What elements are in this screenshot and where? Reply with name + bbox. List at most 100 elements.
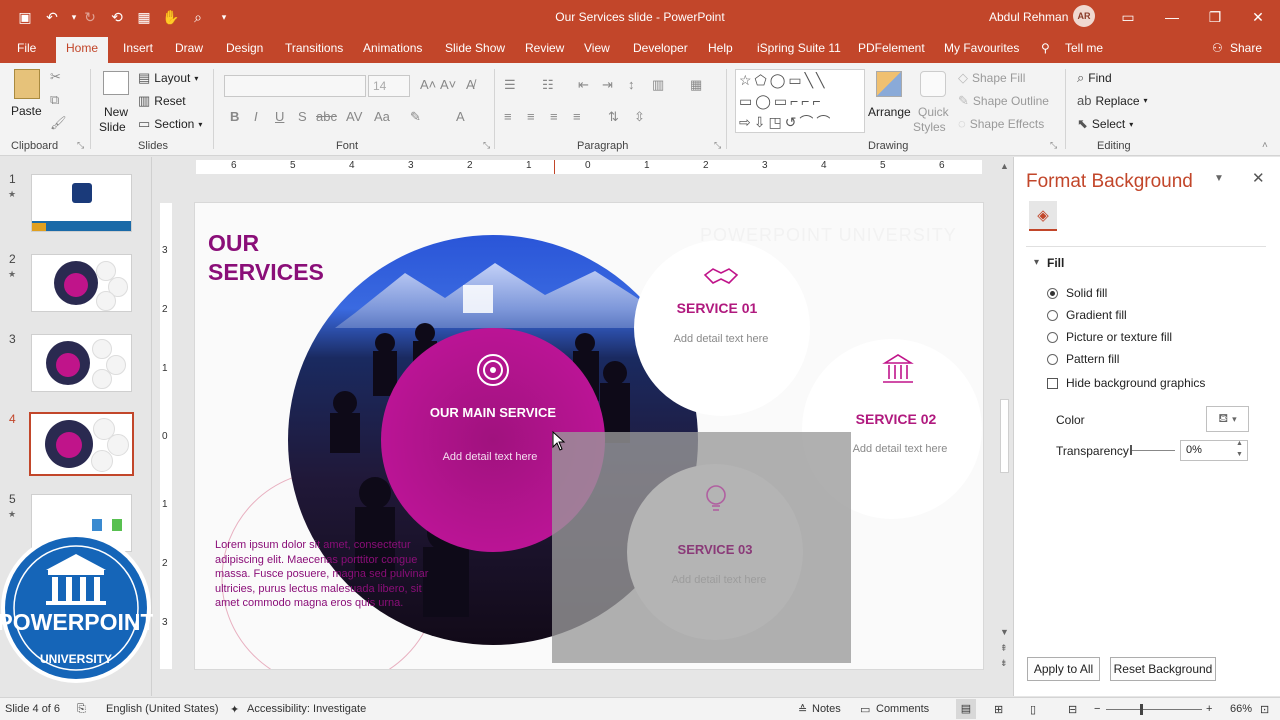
line-spacing-icon[interactable]: ↕	[628, 77, 635, 92]
align-left-icon[interactable]: ≡	[504, 109, 512, 124]
slide-show-icon[interactable]: ⊟	[1068, 703, 1077, 716]
clear-formatting-icon[interactable]: A̸	[466, 77, 475, 92]
tab-view[interactable]: View	[584, 41, 610, 55]
solid-fill-option[interactable]: Solid fill	[1047, 286, 1107, 300]
accessibility-status[interactable]: Accessibility: Investigate	[247, 703, 366, 715]
restore-icon[interactable]: ❐	[1201, 6, 1229, 28]
tell-me-search[interactable]: Tell me	[1065, 41, 1103, 55]
paragraph-launcher-icon[interactable]: ⤡	[714, 140, 721, 151]
normal-view-icon[interactable]: ▤	[956, 699, 976, 719]
spelling-icon[interactable]: ⎘	[77, 703, 86, 716]
picture-fill-radio[interactable]	[1047, 331, 1058, 343]
pane-options-icon[interactable]: ▼	[1214, 173, 1224, 184]
format-painter-icon[interactable]: 🖌	[50, 115, 67, 131]
numbering-icon[interactable]: ☷	[542, 77, 554, 93]
strikethrough-icon[interactable]: abc	[316, 109, 337, 124]
share-button[interactable]: Share	[1230, 41, 1262, 55]
new-slide-icon[interactable]	[103, 71, 129, 95]
tab-review[interactable]: Review	[525, 41, 564, 55]
fill-section-header[interactable]: Fill	[1047, 256, 1064, 270]
select-button[interactable]: ⬉ Select ▾	[1077, 116, 1133, 132]
tab-design[interactable]: Design	[226, 41, 263, 55]
service-2-title[interactable]: SERVICE 02	[836, 411, 956, 427]
service-2-text[interactable]: Add detail text here	[835, 443, 965, 455]
comments-button[interactable]: Comments	[876, 703, 929, 715]
close-pane-icon[interactable]: ✕	[1252, 169, 1265, 187]
reset-background-button[interactable]: Reset Background	[1110, 657, 1216, 681]
cut-icon[interactable]: ✂	[50, 69, 61, 85]
tab-home[interactable]: Home	[56, 37, 109, 63]
font-name-combo[interactable]	[224, 75, 366, 97]
color-picker-button[interactable]: ⛾ ▾	[1206, 406, 1249, 432]
slide-title[interactable]: OUR SERVICES	[208, 229, 324, 287]
lorem-text-box[interactable]: Lorem ipsum dolor sit amet, consectetur …	[215, 538, 443, 611]
smartart-icon[interactable]: ▦	[690, 77, 702, 93]
next-slide-icon[interactable]: ⇟	[1000, 658, 1008, 669]
paste-label[interactable]: Paste	[11, 104, 42, 118]
tab-help[interactable]: Help	[708, 41, 733, 55]
share-icon[interactable]: ⚇	[1212, 41, 1223, 55]
zoom-in-icon[interactable]: +	[1206, 703, 1212, 715]
underline-icon[interactable]: U	[275, 109, 284, 124]
solid-fill-radio[interactable]	[1047, 287, 1058, 299]
justify-icon[interactable]: ≡	[573, 109, 581, 124]
increase-indent-icon[interactable]: ⇥	[602, 77, 613, 93]
new-slide-label-1[interactable]: New	[104, 105, 128, 119]
service-1-text[interactable]: Add detail text here	[656, 333, 786, 345]
decrease-font-icon[interactable]: A˅	[440, 77, 456, 92]
gradient-fill-option[interactable]: Gradient fill	[1047, 308, 1127, 322]
zoom-slider[interactable]	[1106, 709, 1202, 710]
apply-to-all-button[interactable]: Apply to All	[1027, 657, 1100, 681]
paste-button[interactable]	[12, 69, 42, 99]
main-service-text[interactable]: Add detail text here	[415, 451, 565, 463]
close-icon[interactable]: ✕	[1244, 6, 1272, 28]
tab-slide-show[interactable]: Slide Show	[445, 41, 505, 55]
arrange-button[interactable]: Arrange	[868, 105, 911, 119]
gradient-fill-radio[interactable]	[1047, 309, 1058, 321]
bold-icon[interactable]: B	[230, 109, 239, 124]
avatar[interactable]: AR	[1073, 5, 1095, 27]
tab-animations[interactable]: Animations	[363, 41, 422, 55]
copy-icon[interactable]: ⧉	[50, 92, 59, 108]
previous-slide-icon[interactable]: ⇞	[1000, 643, 1008, 654]
italic-icon[interactable]: I	[254, 109, 258, 124]
pattern-fill-option[interactable]: Pattern fill	[1047, 352, 1119, 366]
slide-thumbnail-1[interactable]	[31, 174, 132, 232]
transparency-slider[interactable]	[1131, 450, 1175, 451]
fit-to-window-icon[interactable]: ⊡	[1260, 703, 1269, 716]
replace-button[interactable]: ab Replace ▾	[1077, 93, 1148, 108]
section-button[interactable]: ▭ Section ▾	[138, 116, 202, 132]
hide-background-graphics-option[interactable]: Hide background graphics	[1047, 376, 1205, 390]
tab-ispring[interactable]: iSpring Suite 11	[757, 41, 841, 55]
slide-thumbnail-2[interactable]	[31, 254, 132, 312]
ribbon-display-options-icon[interactable]: ▭	[1114, 6, 1142, 28]
tab-file[interactable]: File	[17, 41, 36, 55]
tab-draw[interactable]: Draw	[175, 41, 203, 55]
collapse-ribbon-icon[interactable]: ˄	[1262, 140, 1268, 151]
layout-button[interactable]: ▤ Layout ▾	[138, 70, 198, 86]
drawing-launcher-icon[interactable]: ⤡	[1050, 140, 1057, 151]
collapse-fill-icon[interactable]: ▾	[1034, 257, 1039, 268]
transparency-slider-thumb[interactable]	[1130, 445, 1132, 455]
tab-pdfelement[interactable]: PDFelement	[858, 41, 925, 55]
slide-sorter-icon[interactable]: ⊞	[994, 703, 1003, 716]
zoom-slider-thumb[interactable]	[1140, 704, 1143, 715]
font-size-combo[interactable]: 14	[368, 75, 410, 97]
font-color-icon[interactable]: A	[456, 109, 465, 124]
zoom-level[interactable]: 66%	[1230, 703, 1252, 715]
hide-background-checkbox[interactable]	[1047, 377, 1058, 389]
text-direction-icon[interactable]: ⇅	[608, 109, 619, 125]
highlight-icon[interactable]: ✎	[410, 109, 421, 125]
change-case-icon[interactable]: Aa	[374, 109, 390, 124]
zoom-out-icon[interactable]: −	[1094, 703, 1100, 715]
clipboard-launcher-icon[interactable]: ⤡	[77, 140, 84, 151]
language-status[interactable]: English (United States)	[106, 703, 219, 715]
service-circle-1[interactable]	[634, 240, 810, 416]
character-spacing-icon[interactable]: AV	[346, 109, 362, 124]
columns-icon[interactable]: ▥	[652, 77, 664, 93]
new-slide-button[interactable]: Slide	[99, 120, 126, 134]
pattern-fill-radio[interactable]	[1047, 353, 1058, 365]
tab-my-favourites[interactable]: My Favourites	[944, 41, 1019, 55]
decrease-indent-icon[interactable]: ⇤	[578, 77, 589, 93]
tab-insert[interactable]: Insert	[123, 41, 153, 55]
